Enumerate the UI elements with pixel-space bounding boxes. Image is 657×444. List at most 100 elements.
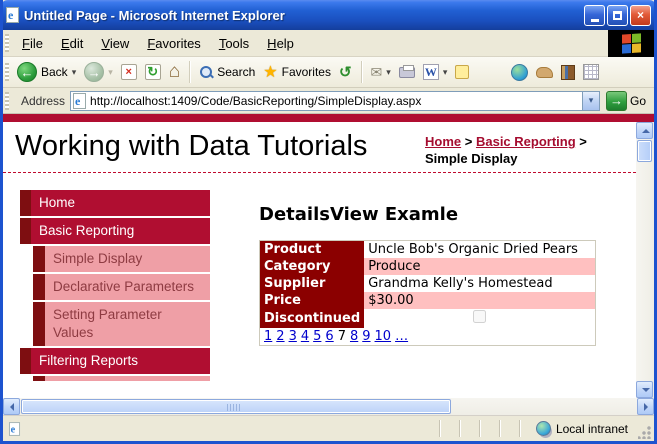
- refresh-icon: ↻: [144, 64, 161, 80]
- sidebar-item-partial[interactable]: [33, 376, 210, 381]
- pager: 1 2 3 4 5 6 7 8 9 10…: [260, 328, 596, 346]
- back-dropdown-icon[interactable]: ▾: [72, 67, 77, 78]
- ie-window: e Untitled Page - Microsoft Internet Exp…: [0, 0, 657, 444]
- print-icon: [398, 64, 415, 78]
- pager-link[interactable]: 1: [264, 329, 272, 344]
- scroll-down-button[interactable]: [636, 381, 653, 398]
- scroll-right-button[interactable]: [637, 398, 654, 415]
- ie-logo-icon: e: [6, 7, 19, 23]
- go-label[interactable]: Go: [630, 94, 646, 108]
- breadcrumb-basic-reporting-link[interactable]: Basic Reporting: [476, 134, 576, 149]
- standard-toolbar: ← Back ▾ → ▾ × ↻ ⌂ Search ★ Favorites ↺: [3, 57, 654, 88]
- breadcrumb-home-link[interactable]: Home: [425, 134, 461, 149]
- vertical-scroll-thumb[interactable]: [637, 140, 652, 162]
- page-favicon: e: [73, 92, 87, 109]
- pager-link[interactable]: 6: [325, 329, 333, 344]
- refresh-button[interactable]: ↻: [141, 62, 165, 82]
- window-title: Untitled Page - Microsoft Internet Explo…: [24, 7, 285, 23]
- row-value: $30.00: [364, 292, 596, 309]
- back-button[interactable]: ← Back ▾: [13, 60, 80, 84]
- status-page-icon: e: [8, 421, 21, 436]
- page-title: Working with Data Tutorials: [15, 130, 368, 162]
- scroll-up-button[interactable]: [636, 122, 653, 139]
- menu-favorites[interactable]: Favorites: [138, 33, 209, 54]
- sidebar-item-home[interactable]: Home: [20, 190, 210, 216]
- toolbar-grip[interactable]: [5, 63, 9, 81]
- row-label: Supplier: [259, 275, 365, 292]
- note-button[interactable]: [451, 63, 473, 81]
- scroll-left-button[interactable]: [3, 398, 20, 415]
- note-icon: [455, 65, 470, 79]
- pager-link[interactable]: 9: [362, 329, 370, 344]
- sidebar-item-basic-reporting[interactable]: Basic Reporting: [20, 218, 210, 244]
- addon-hand-button[interactable]: [532, 65, 557, 80]
- pager-link[interactable]: 10: [375, 329, 392, 344]
- address-dropdown-button[interactable]: ▾: [581, 91, 599, 110]
- sidebar-nav: Home Basic Reporting Simple Display Decl…: [20, 190, 210, 383]
- table-row: Supplier Grandma Kelly's Homestead: [259, 275, 596, 292]
- maximize-button[interactable]: [607, 4, 628, 26]
- main-content: DetailsView Examle Product Uncle Bob's O…: [259, 204, 604, 346]
- sidebar-item-filtering-reports[interactable]: Filtering Reports: [20, 348, 210, 374]
- favorites-button[interactable]: ★ Favorites: [259, 60, 335, 84]
- pager-link-ellipsis[interactable]: …: [395, 329, 408, 344]
- toolbar-grip[interactable]: [5, 34, 9, 52]
- table-row: Price $30.00: [259, 292, 596, 309]
- hand-icon: [536, 66, 554, 78]
- pager-link[interactable]: 5: [313, 329, 321, 344]
- breadcrumb: Home > Basic Reporting > Simple Display: [425, 133, 630, 167]
- security-zone-label: Local intranet: [555, 421, 628, 436]
- word-dropdown-icon[interactable]: ▾: [443, 67, 448, 78]
- windows-logo: [608, 29, 654, 57]
- row-label: Discontinued: [259, 309, 365, 328]
- pager-link[interactable]: 2: [276, 329, 284, 344]
- forward-dropdown-icon: ▾: [108, 66, 113, 77]
- horizontal-scrollbar[interactable]: [3, 398, 654, 415]
- home-button[interactable]: ⌂: [165, 62, 184, 82]
- title-bar[interactable]: e Untitled Page - Microsoft Internet Exp…: [3, 0, 654, 30]
- menu-file[interactable]: File: [13, 33, 52, 54]
- row-label: Product: [259, 240, 365, 258]
- address-input[interactable]: e http://localhost:1409/Code/BasicReport…: [70, 90, 600, 111]
- toolbar-grip[interactable]: [5, 91, 9, 110]
- research-button[interactable]: [557, 63, 579, 82]
- menu-tools[interactable]: Tools: [210, 33, 258, 54]
- print-button[interactable]: [395, 64, 419, 80]
- breadcrumb-current: Simple Display: [425, 151, 518, 166]
- pager-link[interactable]: 3: [289, 329, 297, 344]
- go-button[interactable]: →: [605, 90, 627, 111]
- pager-link[interactable]: 4: [301, 329, 309, 344]
- edit-with-word-button[interactable]: W ▾: [419, 62, 452, 82]
- discuss-button[interactable]: [507, 62, 532, 83]
- menu-help[interactable]: Help: [258, 33, 303, 54]
- stop-icon: ×: [120, 64, 137, 80]
- table-row: Discontinued: [259, 309, 596, 328]
- minimize-button[interactable]: [584, 4, 605, 26]
- stop-button[interactable]: ×: [117, 62, 141, 82]
- resize-grip[interactable]: [638, 424, 652, 439]
- horizontal-scroll-thumb[interactable]: [21, 399, 451, 414]
- discontinued-checkbox: [473, 310, 487, 323]
- menu-view[interactable]: View: [92, 33, 138, 54]
- breadcrumb-separator: >: [579, 134, 587, 149]
- row-value: Grandma Kelly's Homestead: [368, 276, 553, 291]
- sidebar-item-declarative-parameters[interactable]: Declarative Parameters: [33, 274, 210, 300]
- sidebar-item-setting-parameter-values[interactable]: Setting Parameter Values: [33, 302, 210, 346]
- row-label: Price: [259, 292, 365, 309]
- vertical-scrollbar[interactable]: [636, 122, 654, 398]
- address-url[interactable]: http://localhost:1409/Code/BasicReportin…: [90, 94, 582, 108]
- forward-button[interactable]: → ▾: [80, 60, 117, 84]
- back-label: Back: [41, 65, 68, 79]
- back-icon: ←: [17, 62, 37, 82]
- addon-binary-button[interactable]: [579, 62, 603, 82]
- history-button[interactable]: ↺: [335, 61, 356, 83]
- search-button[interactable]: Search: [195, 63, 259, 81]
- menu-edit[interactable]: Edit: [52, 33, 92, 54]
- row-value: [364, 309, 595, 328]
- sidebar-item-simple-display[interactable]: Simple Display: [33, 246, 210, 272]
- mail-button[interactable]: ✉ ▾: [367, 62, 395, 83]
- pager-link[interactable]: 8: [350, 329, 358, 344]
- close-button[interactable]: ×: [630, 4, 651, 26]
- search-icon: [199, 65, 213, 79]
- mail-dropdown-icon[interactable]: ▾: [386, 67, 391, 78]
